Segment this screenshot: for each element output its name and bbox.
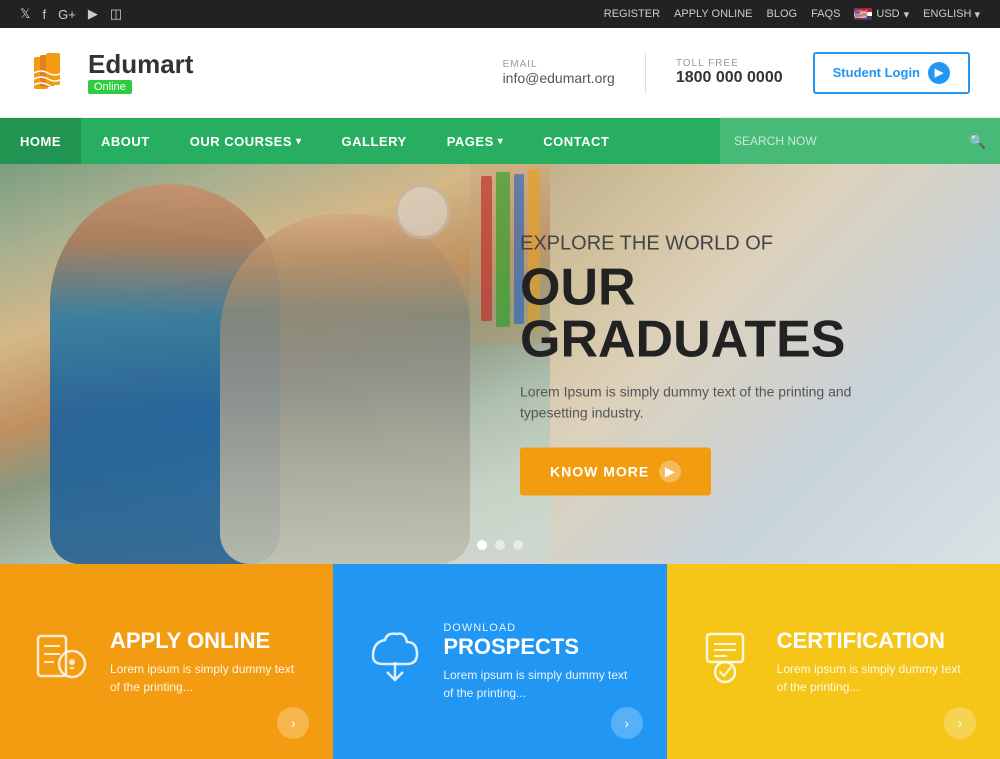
bottom-cards: APPLY ONLINE Lorem ipsum is simply dummy… <box>0 564 1000 759</box>
currency-dropdown-icon: ▾ <box>904 8 910 21</box>
certification-card: CERTIFICATION Lorem ipsum is simply dumm… <box>667 564 1000 759</box>
top-bar: 𝕏 f G+ ▶ ◫ REGISTER APPLY ONLINE BLOG FA… <box>0 0 1000 28</box>
contact-divider <box>645 53 646 93</box>
nav-about-label: ABOUT <box>101 134 150 149</box>
apply-online-card: APPLY ONLINE Lorem ipsum is simply dummy… <box>0 564 333 759</box>
apply-online-title: APPLY ONLINE <box>110 628 303 654</box>
apply-online-link[interactable]: APPLY ONLINE <box>674 8 752 20</box>
prospects-title: PROSPECTS <box>443 634 636 660</box>
social-links: 𝕏 f G+ ▶ ◫ <box>20 6 122 22</box>
slider-dot-3[interactable] <box>513 540 523 550</box>
currency-selector[interactable]: 🇺🇸 USD ▾ <box>854 8 909 21</box>
language-dropdown-icon: ▾ <box>974 8 980 21</box>
logo-name: Edumart <box>88 51 193 77</box>
download-prospects-content: DOWNLOAD PROSPECTS Lorem ipsum is simply… <box>443 622 636 702</box>
nav-courses-label: OUR COURSES <box>190 134 292 149</box>
nav-item-contact[interactable]: CONTACT <box>523 118 629 164</box>
main-navigation: HOME ABOUT OUR COURSES ▾ GALLERY PAGES ▾… <box>0 118 1000 164</box>
nav-contact-label: CONTACT <box>543 134 609 149</box>
know-more-button[interactable]: KNOW MORE ▶ <box>520 448 711 496</box>
prospects-desc: Lorem ipsum is simply dummy text of the … <box>443 666 636 702</box>
header-contact: EMAIL info@edumart.org TOLL FREE 1800 00… <box>503 52 970 94</box>
login-arrow-icon: ▶ <box>928 62 950 84</box>
email-value: info@edumart.org <box>503 70 615 86</box>
search-input[interactable] <box>734 134 969 148</box>
know-more-arrow-icon: ▶ <box>659 461 681 483</box>
search-icon[interactable]: 🔍 <box>969 133 986 150</box>
hero-students-photo <box>0 164 550 564</box>
login-label: Student Login <box>833 65 920 80</box>
certification-content: CERTIFICATION Lorem ipsum is simply dumm… <box>777 628 970 696</box>
search-bar[interactable]: 🔍 <box>720 118 1000 164</box>
google-plus-icon[interactable]: G+ <box>58 7 76 22</box>
phone-label: TOLL FREE <box>676 58 783 69</box>
download-label: DOWNLOAD <box>443 622 636 634</box>
logo[interactable]: Edumart Online <box>30 49 193 97</box>
courses-dropdown-icon: ▾ <box>296 136 302 147</box>
top-bar-right: REGISTER APPLY ONLINE BLOG FAQS 🇺🇸 USD ▾… <box>604 8 980 21</box>
faqs-link[interactable]: FAQS <box>811 8 840 20</box>
hero-section: EXPLORE THE WORLD OF OUR GRADUATES Lorem… <box>0 164 1000 564</box>
apply-online-button[interactable]: › <box>277 707 309 739</box>
hero-description: Lorem Ipsum is simply dummy text of the … <box>520 382 860 424</box>
language-selector[interactable]: ENGLISH ▾ <box>923 8 980 21</box>
email-label: EMAIL <box>503 59 615 70</box>
currency-label: USD <box>876 8 899 20</box>
blog-link[interactable]: BLOG <box>766 8 797 20</box>
slider-dot-1[interactable] <box>477 540 487 550</box>
nav-items: HOME ABOUT OUR COURSES ▾ GALLERY PAGES ▾… <box>0 118 720 164</box>
apply-online-icon <box>30 626 90 698</box>
logo-subtitle: Online <box>88 80 132 94</box>
logo-icon <box>30 49 78 97</box>
hero-title: OUR GRADUATES <box>520 262 940 366</box>
slider-dots <box>477 540 523 550</box>
certification-button[interactable]: › <box>944 707 976 739</box>
phone-contact: TOLL FREE 1800 000 0000 <box>676 58 783 87</box>
phone-value: 1800 000 0000 <box>676 69 783 87</box>
nav-item-our-courses[interactable]: OUR COURSES ▾ <box>170 118 322 164</box>
download-prospects-button[interactable]: › <box>611 707 643 739</box>
apply-online-desc: Lorem ipsum is simply dummy text of the … <box>110 660 303 696</box>
know-more-label: KNOW MORE <box>550 464 649 480</box>
instagram-icon[interactable]: ◫ <box>110 6 122 22</box>
language-label: ENGLISH <box>923 8 971 20</box>
certification-icon <box>697 626 757 698</box>
twitter-icon[interactable]: 𝕏 <box>20 6 30 22</box>
download-prospects-card: DOWNLOAD PROSPECTS Lorem ipsum is simply… <box>333 564 666 759</box>
nav-gallery-label: GALLERY <box>342 134 407 149</box>
youtube-icon[interactable]: ▶ <box>88 6 98 22</box>
pages-dropdown-icon: ▾ <box>498 136 504 147</box>
hero-subtitle: EXPLORE THE WORLD OF <box>520 233 940 256</box>
nav-item-pages[interactable]: PAGES ▾ <box>427 118 524 164</box>
slider-dot-2[interactable] <box>495 540 505 550</box>
student-login-button[interactable]: Student Login ▶ <box>813 52 970 94</box>
logo-text: Edumart Online <box>88 51 193 94</box>
download-prospects-icon <box>363 626 423 698</box>
hero-content: EXPLORE THE WORLD OF OUR GRADUATES Lorem… <box>520 233 940 496</box>
certification-desc: Lorem ipsum is simply dummy text of the … <box>777 660 970 696</box>
us-flag-icon: 🇺🇸 <box>854 8 872 20</box>
nav-home-label: HOME <box>20 134 61 149</box>
email-contact: EMAIL info@edumart.org <box>503 59 615 86</box>
apply-online-content: APPLY ONLINE Lorem ipsum is simply dummy… <box>110 628 303 696</box>
facebook-icon[interactable]: f <box>42 7 46 22</box>
nav-item-home[interactable]: HOME <box>0 118 81 164</box>
register-link[interactable]: REGISTER <box>604 8 660 20</box>
nav-item-gallery[interactable]: GALLERY <box>322 118 427 164</box>
site-header: Edumart Online EMAIL info@edumart.org TO… <box>0 28 1000 118</box>
nav-item-about[interactable]: ABOUT <box>81 118 170 164</box>
nav-pages-label: PAGES <box>447 134 494 149</box>
certification-title: CERTIFICATION <box>777 628 970 654</box>
